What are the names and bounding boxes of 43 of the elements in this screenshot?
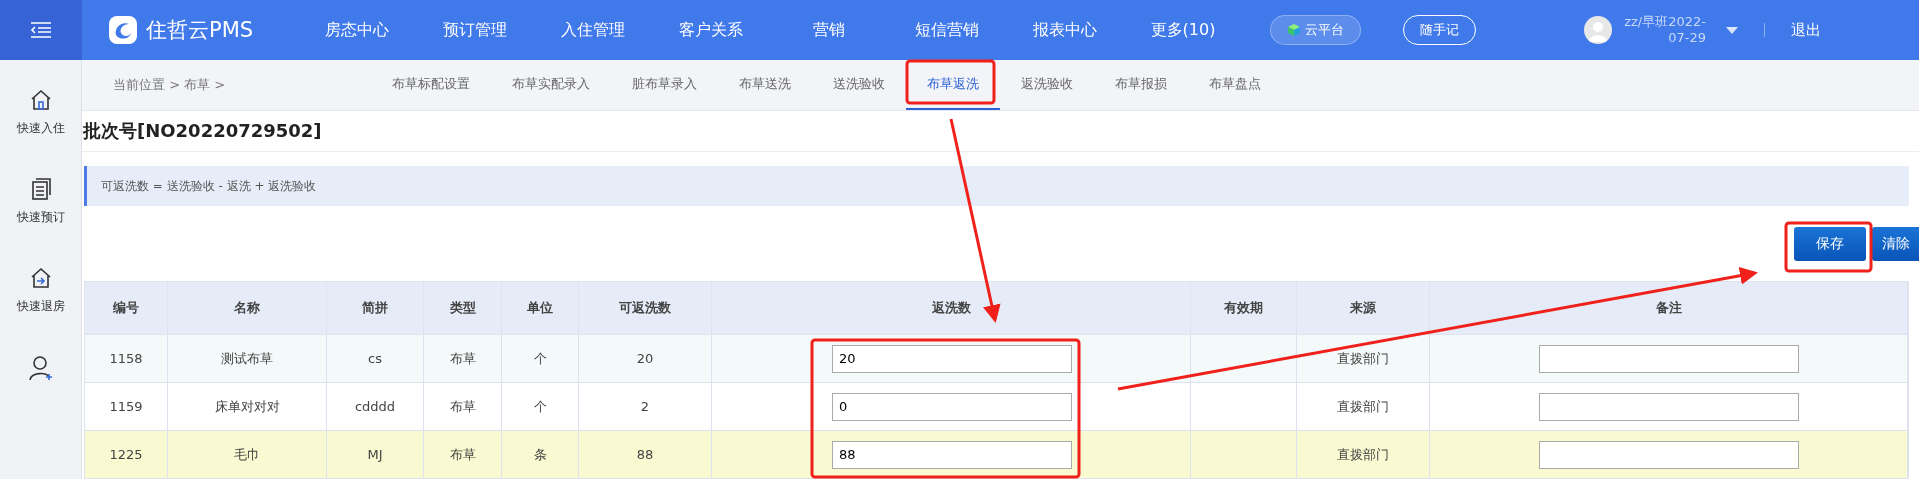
- return-quantity-field[interactable]: 88: [832, 440, 1072, 469]
- breadcrumb: 当前位置 > 布草 >: [113, 76, 227, 94]
- save-button[interactable]: 保存: [1794, 227, 1866, 261]
- nav-menu-item[interactable]: 客户关系: [652, 19, 770, 41]
- sidebar-item[interactable]: 快速入住: [16, 120, 65, 137]
- table-cell: 条: [502, 431, 579, 478]
- nav-menu-item[interactable]: 房态中心: [298, 19, 416, 41]
- nav-menu-item[interactable]: 更多(10): [1124, 19, 1242, 41]
- table-cell: 1225: [85, 431, 168, 478]
- tab[interactable]: 布草实配录入: [491, 60, 611, 110]
- return-quantity-field[interactable]: 0: [832, 392, 1072, 421]
- brand-name: 住哲云PMS: [146, 17, 254, 44]
- table-cell: 毛巾: [168, 431, 327, 478]
- sidebar-item[interactable]: 快速退房: [16, 298, 65, 315]
- nav-menu-item[interactable]: 预订管理: [416, 19, 534, 41]
- tab[interactable]: 送洗验收: [812, 60, 906, 110]
- nav-menu-item[interactable]: 报表中心: [1006, 19, 1124, 41]
- table-cell: 直拨部门: [1297, 431, 1430, 478]
- clear-button[interactable]: 清除: [1872, 227, 1919, 261]
- tab[interactable]: 脏布草录入: [611, 60, 718, 110]
- logout-link[interactable]: 退出: [1791, 20, 1821, 40]
- nav-menu-item[interactable]: 入住管理: [534, 19, 652, 41]
- table-row[interactable]: 1158 测试布草 cs 布草 个 20 20 直拨部门: [85, 334, 1908, 382]
- tab[interactable]: 布草送洗: [718, 60, 812, 110]
- table-cell: 88: [579, 431, 712, 478]
- formula-note: 可返洗数 = 送洗验收 - 返洗 + 返洗验收: [84, 166, 1909, 206]
- tab[interactable]: 布草标配设置: [371, 60, 491, 110]
- table-cell: 布草: [424, 431, 502, 478]
- tab[interactable]: 布草返洗: [906, 60, 1000, 110]
- return-quantity-field[interactable]: 20: [832, 344, 1072, 373]
- shift-date: 07-29: [1668, 30, 1706, 46]
- sidebar-item[interactable]: 快速预订: [16, 209, 65, 226]
- user-name: zz/早班2022-: [1624, 14, 1706, 30]
- tab[interactable]: 布草报损: [1094, 60, 1188, 110]
- nav-menu-item[interactable]: 短信营销: [888, 19, 1006, 41]
- nav-menu-item[interactable]: 营销: [770, 19, 888, 41]
- table-row[interactable]: 1225 毛巾 MJ 布草 条 88 88 直拨部门: [85, 430, 1908, 478]
- batch-title: 批次号[NO20220729502]: [82, 111, 1919, 152]
- tab[interactable]: 返洗验收: [1000, 60, 1094, 110]
- cloud-platform-button[interactable]: 云平台: [1270, 15, 1361, 45]
- table-row[interactable]: 1159 床单对对对 cdddd 布草 个 2 0 直拨部门: [85, 382, 1908, 430]
- tab[interactable]: 布草盘点: [1188, 60, 1282, 110]
- table-cell: MJ: [327, 431, 424, 478]
